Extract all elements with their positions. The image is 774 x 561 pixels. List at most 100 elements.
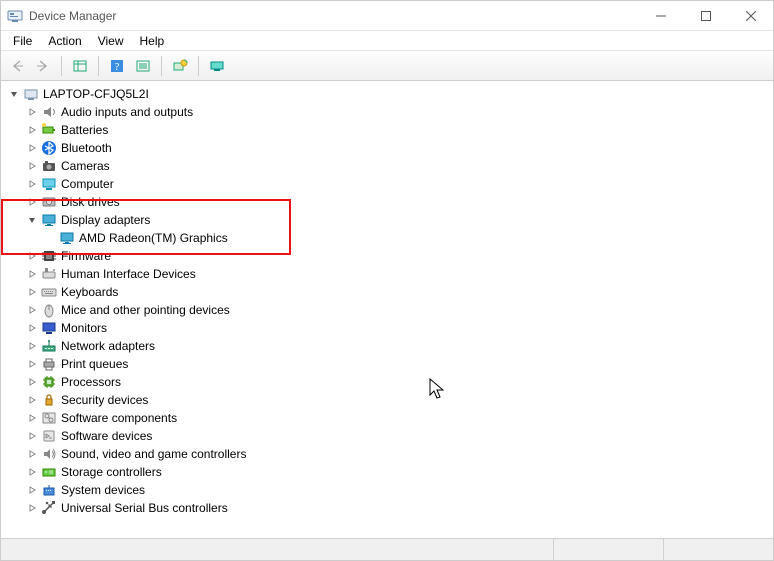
expand-arrow-icon[interactable] — [25, 285, 39, 299]
collapse-arrow-icon[interactable] — [7, 87, 21, 101]
menu-bar: File Action View Help — [1, 31, 773, 51]
menu-action[interactable]: Action — [40, 32, 89, 50]
tree-node-label: Disk drives — [61, 195, 120, 209]
audio-icon — [41, 104, 57, 120]
tree-node-label: Firmware — [61, 249, 111, 263]
menu-view[interactable]: View — [90, 32, 132, 50]
tree-category[interactable]: Sound, video and game controllers — [3, 445, 771, 463]
tree-node-label: Network adapters — [61, 339, 155, 353]
tree-category[interactable]: Storage controllers — [3, 463, 771, 481]
tree-node-label: Software devices — [61, 429, 152, 443]
scan-button[interactable] — [168, 54, 192, 78]
device-tree[interactable]: LAPTOP-CFJQ5L2I Audio inputs and outputs B… — [1, 81, 773, 538]
expand-arrow-icon[interactable] — [25, 321, 39, 335]
maximize-button[interactable] — [683, 1, 728, 31]
tree-node-label: LAPTOP-CFJQ5L2I — [43, 87, 149, 101]
camera-icon — [41, 158, 57, 174]
expand-arrow-icon[interactable] — [25, 411, 39, 425]
tree-node-label: Audio inputs and outputs — [61, 105, 193, 119]
expand-arrow-icon[interactable] — [25, 393, 39, 407]
menu-help[interactable]: Help — [132, 32, 173, 50]
expand-arrow-icon[interactable] — [25, 195, 39, 209]
toolbar-separator — [98, 56, 99, 76]
back-button[interactable] — [5, 54, 29, 78]
tree-device[interactable]: AMD Radeon(TM) Graphics — [3, 229, 771, 247]
show-hidden-button[interactable] — [68, 54, 92, 78]
tree-node-label: AMD Radeon(TM) Graphics — [79, 231, 228, 245]
expand-arrow-icon[interactable] — [25, 249, 39, 263]
tree-node-label: Cameras — [61, 159, 110, 173]
tree-category[interactable]: Batteries — [3, 121, 771, 139]
menu-file[interactable]: File — [5, 32, 40, 50]
tree-category[interactable]: Software devices — [3, 427, 771, 445]
tree-node-label: Computer — [61, 177, 114, 191]
tree-node-label: System devices — [61, 483, 145, 497]
expand-arrow-icon[interactable] — [25, 123, 39, 137]
sound-icon — [41, 446, 57, 462]
tree-category[interactable]: Human Interface Devices — [3, 265, 771, 283]
expand-arrow-icon[interactable] — [25, 159, 39, 173]
tree-category[interactable]: Print queues — [3, 355, 771, 373]
security-icon — [41, 392, 57, 408]
mouse-icon — [41, 302, 57, 318]
disk-icon — [41, 194, 57, 210]
tree-category[interactable]: Display adapters — [3, 211, 771, 229]
tree-node-label: Universal Serial Bus controllers — [61, 501, 228, 515]
expand-arrow-icon[interactable] — [25, 501, 39, 515]
close-button[interactable] — [728, 1, 773, 31]
computer-icon — [41, 176, 57, 192]
expand-arrow-icon[interactable] — [25, 105, 39, 119]
forward-button[interactable] — [31, 54, 55, 78]
minimize-button[interactable] — [638, 1, 683, 31]
expand-arrow-icon[interactable] — [25, 447, 39, 461]
expand-arrow-icon[interactable] — [25, 303, 39, 317]
tree-category[interactable]: Software components — [3, 409, 771, 427]
tree-root[interactable]: LAPTOP-CFJQ5L2I — [3, 85, 771, 103]
app-icon — [7, 8, 23, 24]
expand-arrow-icon[interactable] — [25, 483, 39, 497]
toolbar-separator — [198, 56, 199, 76]
display-icon — [59, 230, 75, 246]
tree-node-label: Software components — [61, 411, 177, 425]
expand-arrow-icon[interactable] — [25, 465, 39, 479]
collapse-arrow-icon[interactable] — [25, 213, 39, 227]
tree-category[interactable]: Computer — [3, 175, 771, 193]
tree-category[interactable]: Disk drives — [3, 193, 771, 211]
tree-category[interactable]: Monitors — [3, 319, 771, 337]
monitor-icon — [41, 320, 57, 336]
storage-icon — [41, 464, 57, 480]
tree-node-label: Batteries — [61, 123, 108, 137]
svg-text:?: ? — [115, 61, 120, 73]
help-button[interactable]: ? — [105, 54, 129, 78]
root-icon — [23, 86, 39, 102]
expand-arrow-icon[interactable] — [25, 375, 39, 389]
tree-category[interactable]: Mice and other pointing devices — [3, 301, 771, 319]
swdev-icon — [41, 428, 57, 444]
properties-button[interactable] — [131, 54, 155, 78]
tree-category[interactable]: Cameras — [3, 157, 771, 175]
tree-category[interactable]: Keyboards — [3, 283, 771, 301]
tree-category[interactable]: Network adapters — [3, 337, 771, 355]
expand-arrow-icon[interactable] — [25, 141, 39, 155]
tree-category[interactable]: Bluetooth — [3, 139, 771, 157]
status-cell — [663, 539, 773, 560]
tree-category[interactable]: Audio inputs and outputs — [3, 103, 771, 121]
tree-node-label: Bluetooth — [61, 141, 112, 155]
tree-node-label: Sound, video and game controllers — [61, 447, 246, 461]
expand-arrow-icon[interactable] — [25, 339, 39, 353]
bluetooth-icon — [41, 140, 57, 156]
tree-category[interactable]: Firmware — [3, 247, 771, 265]
expand-arrow-icon[interactable] — [25, 267, 39, 281]
tree-category[interactable]: Universal Serial Bus controllers — [3, 499, 771, 517]
status-cell — [553, 539, 663, 560]
hid-icon — [41, 266, 57, 282]
toolbar: ? — [1, 51, 773, 81]
devices-by-connection-button[interactable] — [205, 54, 229, 78]
expand-arrow-icon[interactable] — [25, 429, 39, 443]
tree-category[interactable]: Processors — [3, 373, 771, 391]
expand-arrow-icon[interactable] — [25, 357, 39, 371]
swcomp-icon — [41, 410, 57, 426]
tree-category[interactable]: System devices — [3, 481, 771, 499]
expand-arrow-icon[interactable] — [25, 177, 39, 191]
tree-category[interactable]: Security devices — [3, 391, 771, 409]
